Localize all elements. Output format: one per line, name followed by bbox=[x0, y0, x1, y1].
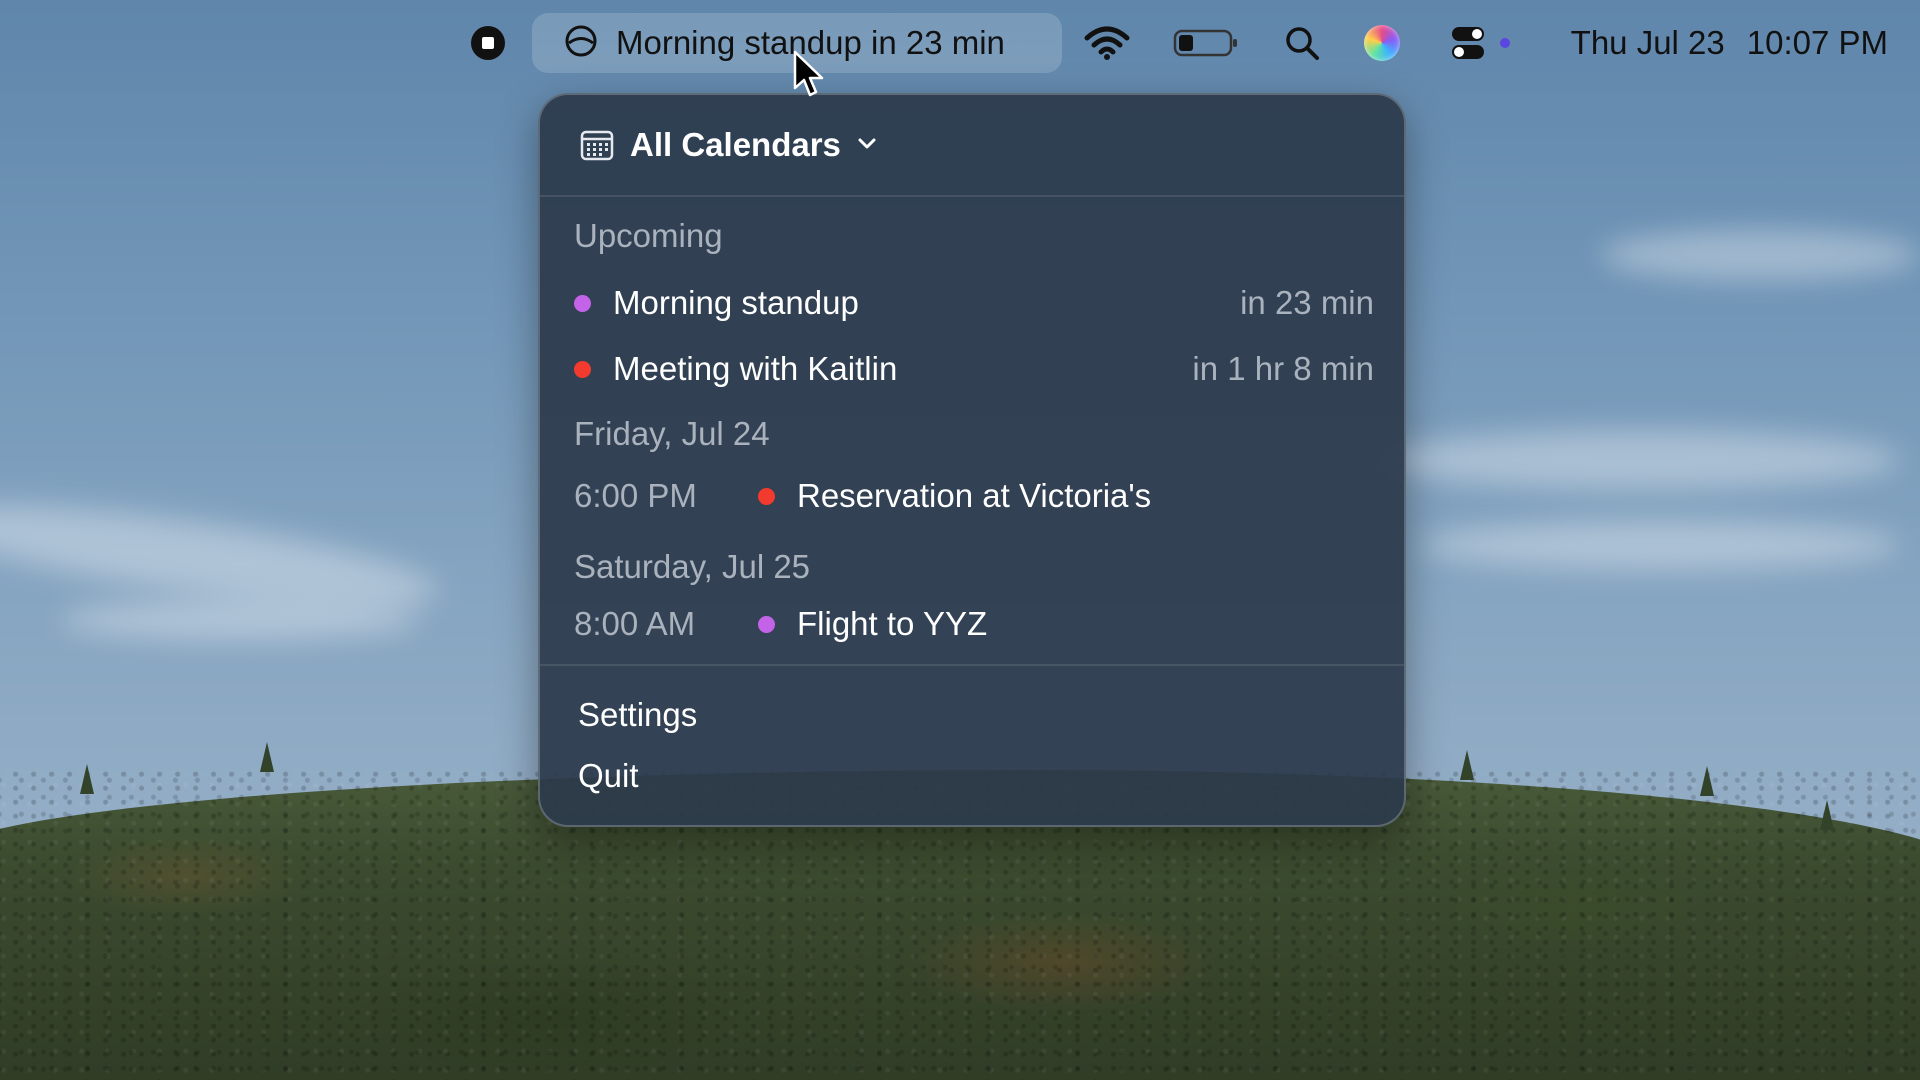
calendar-color-dot bbox=[758, 615, 775, 633]
calendar-color-dot bbox=[574, 360, 591, 378]
event-name: Meeting with Kaitlin bbox=[613, 350, 898, 387]
upcoming-event-row[interactable]: Morning standup in 23 min bbox=[574, 278, 1374, 328]
calendar-dropdown-panel: All Calendars Upcoming Morning standup i… bbox=[538, 93, 1406, 827]
tree bbox=[260, 742, 274, 772]
clock-time: 10:07 PM bbox=[1746, 24, 1888, 61]
screen-record-icon[interactable] bbox=[468, 0, 508, 86]
tree bbox=[80, 764, 94, 794]
event-time: 6:00 PM bbox=[574, 477, 697, 514]
control-center-icon[interactable] bbox=[1448, 0, 1518, 86]
cloud bbox=[1380, 430, 1900, 490]
tree bbox=[1700, 766, 1714, 796]
day-heading: Saturday, Jul 25 bbox=[574, 548, 811, 585]
menu-divider bbox=[540, 664, 1404, 666]
event-relative-time: in 1 hr 8 min bbox=[1192, 350, 1374, 387]
day-event-row[interactable]: 6:00 PM Reservation at Victoria's bbox=[574, 471, 1374, 521]
settings-menu-item[interactable]: Settings bbox=[578, 696, 697, 734]
menu-bar: Morning standup in 23 min Thu Jul 23 10:… bbox=[0, 0, 1920, 86]
calendar-color-dot bbox=[574, 294, 591, 312]
quit-menu-item[interactable]: Quit bbox=[578, 757, 639, 795]
calendar-filter-header[interactable]: All Calendars bbox=[540, 95, 1404, 197]
menu-bar-clock[interactable]: Thu Jul 23 10:07 PM bbox=[1548, 0, 1888, 86]
event-time: 8:00 AM bbox=[574, 605, 696, 642]
day-event-row[interactable]: 8:00 AM Flight to YYZ bbox=[574, 599, 1374, 649]
siri-icon[interactable] bbox=[1360, 0, 1404, 86]
siri-orb bbox=[1364, 25, 1400, 61]
event-name: Flight to YYZ bbox=[797, 605, 988, 642]
day-heading: Friday, Jul 24 bbox=[574, 415, 770, 452]
mouse-cursor-icon bbox=[793, 50, 824, 97]
battery-icon[interactable] bbox=[1172, 0, 1240, 86]
calendar-color-dot bbox=[758, 487, 775, 505]
cloud bbox=[1420, 520, 1900, 570]
stop-square bbox=[482, 37, 494, 49]
tree bbox=[1460, 750, 1474, 780]
upcoming-heading: Upcoming bbox=[574, 217, 723, 254]
calendar-filter-title: All Calendars bbox=[630, 126, 841, 163]
calendar-progress-icon bbox=[564, 24, 598, 63]
event-relative-time: in 23 min bbox=[1240, 284, 1374, 321]
event-name: Reservation at Victoria's bbox=[797, 477, 1152, 514]
clock-date: Thu Jul 23 bbox=[1570, 24, 1725, 61]
wifi-icon[interactable] bbox=[1082, 0, 1132, 86]
upcoming-event-row[interactable]: Meeting with Kaitlin in 1 hr 8 min bbox=[574, 344, 1374, 394]
cloud bbox=[60, 600, 420, 640]
cloud bbox=[1600, 230, 1920, 280]
event-name: Morning standup bbox=[613, 284, 859, 321]
tree bbox=[1820, 800, 1834, 830]
search-icon[interactable] bbox=[1280, 0, 1324, 86]
chevron-down-icon bbox=[857, 136, 877, 155]
record-button-outer bbox=[471, 26, 505, 60]
calendar-grid-icon bbox=[580, 129, 614, 161]
